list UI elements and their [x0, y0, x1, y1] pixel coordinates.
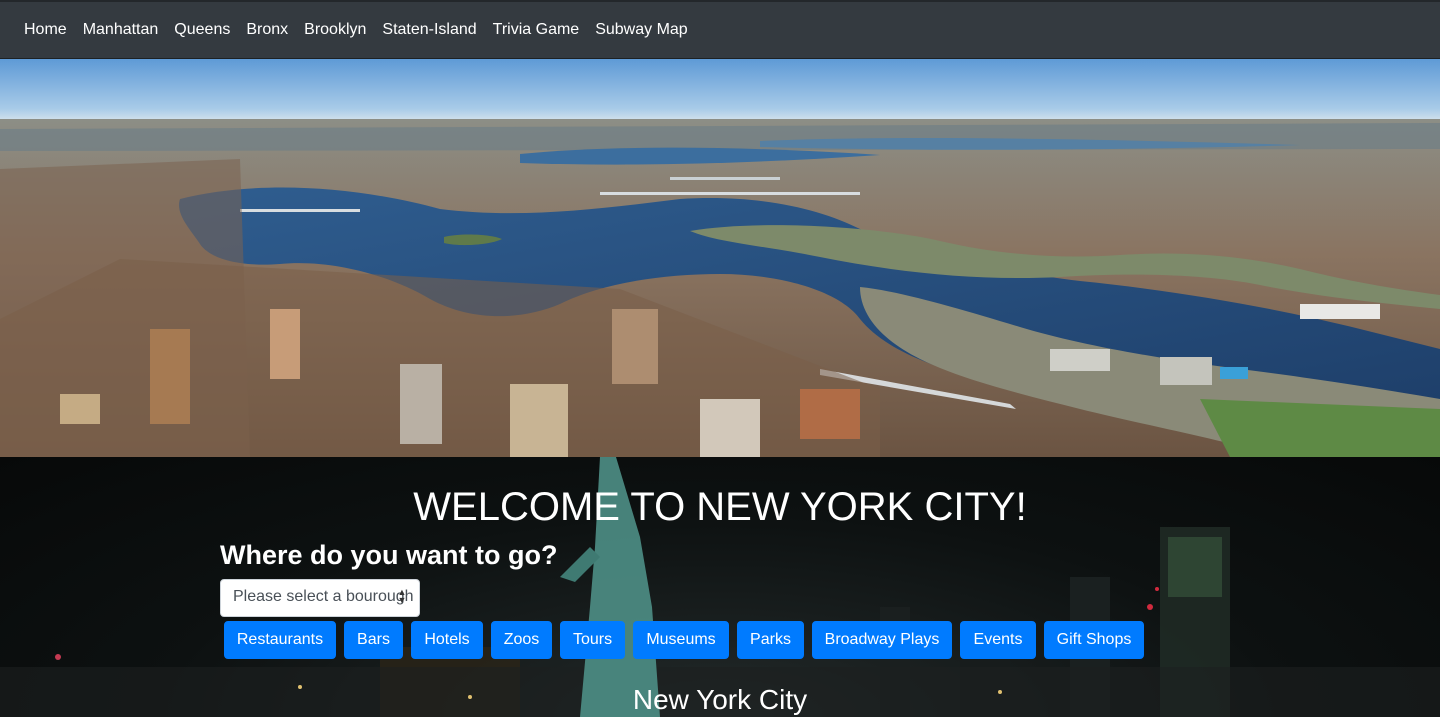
zoos-button[interactable]: Zoos	[491, 621, 552, 659]
museums-button[interactable]: Museums	[633, 621, 729, 659]
welcome-title: WELCOME TO NEW YORK CITY!	[413, 485, 1027, 529]
restaurants-button[interactable]: Restaurants	[224, 621, 336, 659]
nav-brooklyn[interactable]: Brooklyn	[296, 20, 374, 40]
hero-city-image	[0, 59, 1440, 457]
gift-shops-button[interactable]: Gift Shops	[1044, 621, 1144, 659]
nav-subway-map[interactable]: Subway Map	[587, 20, 696, 40]
nav-queens[interactable]: Queens	[166, 20, 238, 40]
nav-manhattan[interactable]: Manhattan	[75, 20, 167, 40]
nav-trivia-game[interactable]: Trivia Game	[485, 20, 588, 40]
section-title: New York City	[632, 684, 808, 715]
borough-select[interactable]: Please select a bourough	[220, 579, 420, 617]
nav-bronx[interactable]: Bronx	[238, 20, 296, 40]
events-button[interactable]: Events	[960, 621, 1036, 659]
broadway-plays-button[interactable]: Broadway Plays	[812, 621, 952, 659]
nav-staten-island[interactable]: Staten-Island	[374, 20, 484, 40]
select-arrows-icon: ▲ ▼	[397, 587, 407, 605]
nav-home[interactable]: Home	[16, 20, 75, 40]
top-navbar: Home Manhattan Queens Bronx Brooklyn Sta…	[0, 0, 1440, 59]
bars-button[interactable]: Bars	[344, 621, 403, 659]
where-heading: Where do you want to go?	[220, 540, 558, 570]
tours-button[interactable]: Tours	[560, 621, 625, 659]
hotels-button[interactable]: Hotels	[411, 621, 483, 659]
hero-aerial-illustration	[0, 59, 1440, 457]
parks-button[interactable]: Parks	[737, 621, 804, 659]
